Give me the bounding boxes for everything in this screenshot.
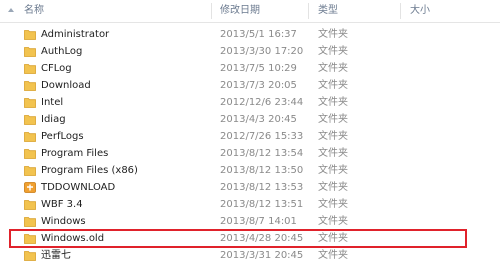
file-name: Download <box>41 80 91 91</box>
table-row[interactable]: AuthLog 2013/3/30 17:20 文件夹 <box>0 43 500 60</box>
table-row-highlighted[interactable]: Windows.old 2013/4/28 20:45 文件夹 <box>9 229 467 248</box>
column-header-bar: 名称 修改日期 类型 大小 <box>0 0 500 23</box>
folder-icon <box>24 98 36 108</box>
file-type: 文件夹 <box>318 199 348 210</box>
folder-icon <box>24 234 36 244</box>
column-header-type[interactable]: 类型 <box>318 0 338 22</box>
table-row[interactable]: Program Files 2013/8/12 13:54 文件夹 <box>0 145 500 162</box>
table-row[interactable]: Program Files (x86) 2013/8/12 13:50 文件夹 <box>0 162 500 179</box>
file-modified-date: 2013/7/5 10:29 <box>220 63 297 74</box>
file-modified-date: 2013/3/30 17:20 <box>220 46 304 57</box>
file-type: 文件夹 <box>318 80 348 91</box>
file-type: 文件夹 <box>318 182 348 193</box>
column-header-modified[interactable]: 修改日期 <box>220 0 260 22</box>
folder-icon <box>24 47 36 57</box>
file-modified-date: 2013/5/1 16:37 <box>220 29 297 40</box>
file-type: 文件夹 <box>318 29 348 40</box>
table-row[interactable]: Administrator 2013/5/1 16:37 文件夹 <box>0 26 500 43</box>
file-name: Windows.old <box>41 233 105 244</box>
file-modified-date: 2013/8/12 13:54 <box>220 148 304 159</box>
table-row[interactable]: Download 2013/7/3 20:05 文件夹 <box>0 77 500 94</box>
table-row[interactable]: CFLog 2013/7/5 10:29 文件夹 <box>0 60 500 77</box>
file-modified-date: 2013/8/12 13:50 <box>220 165 304 176</box>
table-row[interactable]: WBF 3.4 2013/8/12 13:51 文件夹 <box>0 196 500 213</box>
folder-icon <box>24 115 36 125</box>
folder-icon <box>24 132 36 142</box>
file-name: Program Files (x86) <box>41 165 138 176</box>
file-modified-date: 2012/7/26 15:33 <box>220 131 304 142</box>
file-name: WBF 3.4 <box>41 199 83 210</box>
file-type: 文件夹 <box>318 233 348 244</box>
file-name: 迅雷七 <box>41 250 71 261</box>
file-type: 文件夹 <box>318 114 348 125</box>
file-name: Administrator <box>41 29 110 40</box>
folder-icon <box>24 149 36 159</box>
column-divider[interactable] <box>400 3 401 19</box>
file-modified-date: 2012/12/6 23:44 <box>220 97 304 108</box>
file-name: TDDOWNLOAD <box>41 182 116 193</box>
folder-icon <box>24 251 36 261</box>
file-name: Windows <box>41 216 86 227</box>
folder-icon <box>24 30 36 40</box>
file-name: AuthLog <box>41 46 83 57</box>
file-type: 文件夹 <box>318 165 348 176</box>
column-divider[interactable] <box>211 3 212 19</box>
folder-icon <box>24 200 36 210</box>
file-modified-date: 2013/4/28 20:45 <box>220 233 304 244</box>
table-row[interactable]: TDDOWNLOAD 2013/8/12 13:53 文件夹 <box>0 179 500 196</box>
file-modified-date: 2013/3/31 20:45 <box>220 250 304 261</box>
file-name: Intel <box>41 97 64 108</box>
table-row[interactable]: Windows 2013/8/7 14:01 文件夹 <box>0 213 500 230</box>
table-row[interactable]: 迅雷七 2013/3/31 20:45 文件夹 <box>0 247 500 264</box>
table-row[interactable]: PerfLogs 2012/7/26 15:33 文件夹 <box>0 128 500 145</box>
file-type: 文件夹 <box>318 216 348 227</box>
file-type: 文件夹 <box>318 148 348 159</box>
file-type: 文件夹 <box>318 250 348 261</box>
file-type: 文件夹 <box>318 131 348 142</box>
folder-icon <box>24 81 36 91</box>
column-header-size[interactable]: 大小 <box>410 0 430 22</box>
file-type: 文件夹 <box>318 97 348 108</box>
file-modified-date: 2013/4/3 20:45 <box>220 114 297 125</box>
file-modified-date: 2013/8/12 13:51 <box>220 199 304 210</box>
folder-icon <box>24 64 36 74</box>
file-type: 文件夹 <box>318 63 348 74</box>
file-type: 文件夹 <box>318 46 348 57</box>
file-name: Program Files <box>41 148 109 159</box>
file-list: Administrator 2013/5/1 16:37 文件夹 AuthLog… <box>0 26 500 264</box>
file-modified-date: 2013/8/12 13:53 <box>220 182 304 193</box>
folder-icon <box>24 217 36 227</box>
file-modified-date: 2013/8/7 14:01 <box>220 216 297 227</box>
folder-icon <box>24 166 36 176</box>
column-divider[interactable] <box>308 3 309 19</box>
file-name: CFLog <box>41 63 72 74</box>
tddownload-folder-icon <box>24 182 36 193</box>
column-header-name[interactable]: 名称 <box>24 0 44 22</box>
sort-ascending-icon[interactable] <box>8 8 14 12</box>
file-modified-date: 2013/7/3 20:05 <box>220 80 297 91</box>
file-name: PerfLogs <box>41 131 84 142</box>
table-row[interactable]: Intel 2012/12/6 23:44 文件夹 <box>0 94 500 111</box>
table-row[interactable]: Idiag 2013/4/3 20:45 文件夹 <box>0 111 500 128</box>
file-name: Idiag <box>41 114 66 125</box>
